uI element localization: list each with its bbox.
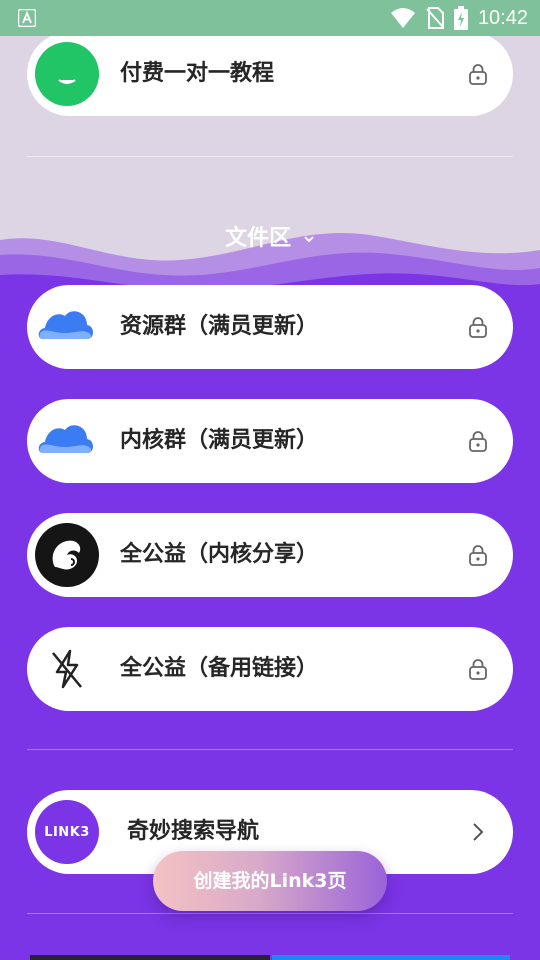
lock-icon <box>469 545 487 566</box>
card-public-share[interactable]: 全公益（内核分享） <box>27 513 513 597</box>
card-label: 资源群（满员更新） <box>120 314 319 339</box>
lock-icon <box>469 431 487 452</box>
chevron-down-icon <box>304 236 314 243</box>
blue-cloud-icon <box>35 295 99 359</box>
chevron-right-icon <box>473 823 484 841</box>
card-core-group[interactable]: 内核群（满员更新） <box>27 399 513 483</box>
divider <box>27 913 513 914</box>
status-bar: 10:42 <box>0 0 540 36</box>
bottom-item-partial <box>30 955 270 960</box>
create-link3-button[interactable]: 创建我的Link3页 <box>153 851 387 911</box>
lock-icon <box>469 317 487 338</box>
status-time: 10:42 <box>477 6 528 29</box>
divider <box>27 156 513 157</box>
green-smile-icon <box>35 42 99 106</box>
card-label: 全公益（内核分享） <box>120 542 319 567</box>
lightning-off-icon <box>35 637 99 701</box>
notification-a-icon <box>18 9 36 27</box>
card-label: 全公益（备用链接） <box>120 656 319 681</box>
section-title-label: 文件区 <box>225 226 292 251</box>
wifi-icon <box>390 8 415 28</box>
card-resource-group[interactable]: 资源群（满员更新） <box>27 285 513 369</box>
card-paid-tutorial[interactable]: 付费一对一教程 <box>27 32 513 116</box>
card-label: 内核群（满员更新） <box>120 428 319 453</box>
lock-icon <box>469 64 487 85</box>
battery-charging-icon <box>453 6 468 30</box>
blue-cloud-icon <box>35 409 99 473</box>
card-label: 付费一对一教程 <box>120 61 275 86</box>
no-sim-icon <box>426 7 444 29</box>
card-public-backup[interactable]: 全公益（备用链接） <box>27 627 513 711</box>
section-title[interactable]: 文件区 <box>0 220 540 252</box>
lock-icon <box>469 659 487 680</box>
bottom-item-partial <box>272 955 510 960</box>
divider <box>27 749 513 750</box>
squirrel-logo-icon <box>35 523 99 587</box>
link3-logo-text: LINK3 <box>44 824 90 840</box>
link3-logo-icon: LINK3 <box>35 800 99 864</box>
